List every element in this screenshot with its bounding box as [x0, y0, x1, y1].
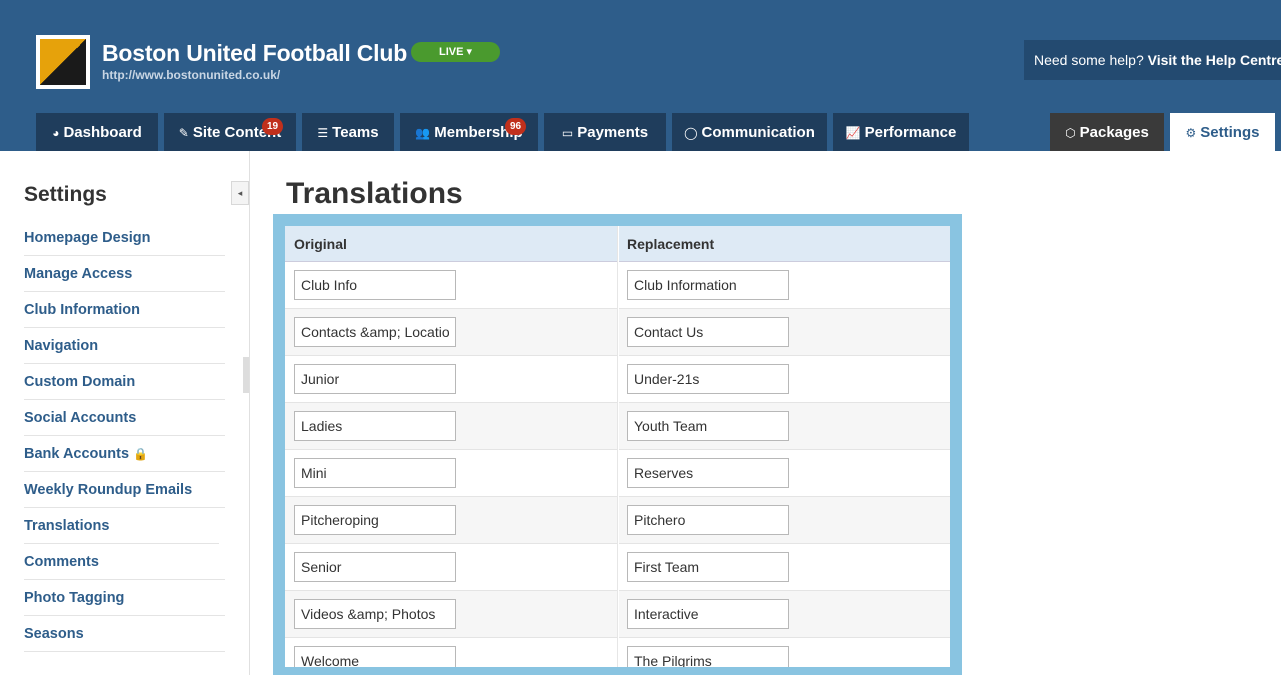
- sidebar-item-manage-access[interactable]: Manage Access: [24, 256, 225, 292]
- sidebar-item-navigation[interactable]: Navigation: [24, 328, 225, 364]
- speech-bubble-icon: ◯: [684, 126, 698, 140]
- sidebar-item-photo-tagging[interactable]: Photo Tagging: [24, 580, 225, 616]
- tab-communication[interactable]: ◯ Communication: [672, 113, 827, 151]
- tab-label: Packages: [1079, 124, 1149, 141]
- help-centre-link[interactable]: Visit the Help Centre: [1148, 52, 1281, 68]
- club-crest-icon: [40, 39, 86, 85]
- column-header-replacement: Replacement: [627, 236, 715, 252]
- original-input[interactable]: [294, 364, 456, 394]
- users-icon: 👥: [415, 126, 431, 140]
- cube-icon: ⬡: [1065, 126, 1076, 140]
- replacement-input[interactable]: [627, 599, 789, 629]
- sidebar-item-club-information[interactable]: Club Information: [24, 292, 225, 328]
- gear-icon: ⚙: [1185, 126, 1197, 140]
- collapse-sidebar-button[interactable]: ◂: [231, 181, 249, 205]
- sidebar-item-custom-domain[interactable]: Custom Domain: [24, 364, 225, 400]
- tab-settings[interactable]: ⚙ Settings: [1170, 113, 1275, 151]
- settings-sidebar: Settings ◂ Homepage Design Manage Access…: [0, 151, 250, 675]
- original-input[interactable]: [294, 599, 456, 629]
- help-prefix: Need some help?: [1034, 52, 1144, 68]
- tab-label: Payments: [577, 124, 649, 141]
- original-input[interactable]: [294, 505, 456, 535]
- tab-packages[interactable]: ⬡ Packages: [1050, 113, 1164, 151]
- replacement-input[interactable]: [627, 552, 789, 582]
- page-title: Translations: [286, 177, 463, 210]
- sidebar-menu: Homepage Design Manage Access Club Infor…: [24, 220, 225, 652]
- sidebar-item-comments[interactable]: Comments: [24, 544, 225, 580]
- sidebar-item-weekly-roundup-emails[interactable]: Weekly Roundup Emails: [24, 472, 225, 508]
- replacement-input[interactable]: [627, 505, 789, 535]
- replacement-input[interactable]: [627, 411, 789, 441]
- original-input[interactable]: [294, 458, 456, 488]
- pencil-icon: ✎: [178, 126, 189, 140]
- tab-label: Dashboard: [63, 124, 142, 141]
- sidebar-item-label: Bank Accounts: [24, 446, 130, 462]
- tab-membership[interactable]: 👥 Membership 96: [400, 113, 538, 151]
- tab-label: Communication: [701, 124, 815, 141]
- card-icon: ▭: [561, 126, 574, 140]
- tab-label: Performance: [864, 124, 957, 141]
- notification-badge: 19: [262, 118, 283, 135]
- tab-label: Settings: [1200, 124, 1260, 141]
- original-input[interactable]: [294, 270, 456, 300]
- sidebar-item-social-accounts[interactable]: Social Accounts: [24, 400, 225, 436]
- column-divider: [617, 226, 619, 667]
- club-url[interactable]: http://www.bostonunited.co.uk/: [102, 68, 280, 82]
- notification-badge: 96: [505, 118, 526, 135]
- original-input[interactable]: [294, 317, 456, 347]
- column-header-original: Original: [294, 236, 347, 252]
- replacement-input[interactable]: [627, 270, 789, 300]
- club-name[interactable]: Boston United Football Club: [102, 40, 407, 67]
- club-logo[interactable]: [36, 35, 90, 89]
- sidebar-title: Settings: [24, 183, 107, 206]
- translations-panel: Original Replacement: [273, 214, 962, 675]
- tab-payments[interactable]: ▭ Payments: [544, 113, 666, 151]
- help-banner: Need some help? Visit the Help Centre: [1024, 40, 1281, 80]
- original-input[interactable]: [294, 646, 456, 667]
- tab-performance[interactable]: 📈 Performance: [833, 113, 969, 151]
- dashboard-icon: ◕: [52, 126, 60, 140]
- active-item-indicator: [243, 357, 249, 393]
- lock-icon: 🔒: [133, 447, 148, 461]
- live-status-dropdown[interactable]: LIVE ▾: [411, 42, 500, 62]
- tab-teams[interactable]: ☰ Teams: [302, 113, 394, 151]
- tab-site-content[interactable]: ✎ Site Content 19: [164, 113, 296, 151]
- tab-label: Teams: [332, 124, 379, 141]
- replacement-input[interactable]: [627, 458, 789, 488]
- original-input[interactable]: [294, 552, 456, 582]
- replacement-input[interactable]: [627, 646, 789, 667]
- sidebar-item-bank-accounts[interactable]: Bank Accounts 🔒: [24, 436, 225, 472]
- chevron-left-icon: ◂: [237, 188, 243, 198]
- replacement-input[interactable]: [627, 364, 789, 394]
- header: Boston United Football Club http://www.b…: [0, 0, 1281, 151]
- sidebar-item-translations[interactable]: Translations: [24, 508, 219, 544]
- chart-icon: 📈: [845, 126, 861, 140]
- sidebar-item-homepage-design[interactable]: Homepage Design: [24, 220, 225, 256]
- replacement-input[interactable]: [627, 317, 789, 347]
- sidebar-item-seasons[interactable]: Seasons: [24, 616, 225, 652]
- tab-dashboard[interactable]: ◕ Dashboard: [36, 113, 158, 151]
- list-icon: ☰: [317, 126, 329, 140]
- translations-table: Original Replacement: [285, 226, 950, 667]
- original-input[interactable]: [294, 411, 456, 441]
